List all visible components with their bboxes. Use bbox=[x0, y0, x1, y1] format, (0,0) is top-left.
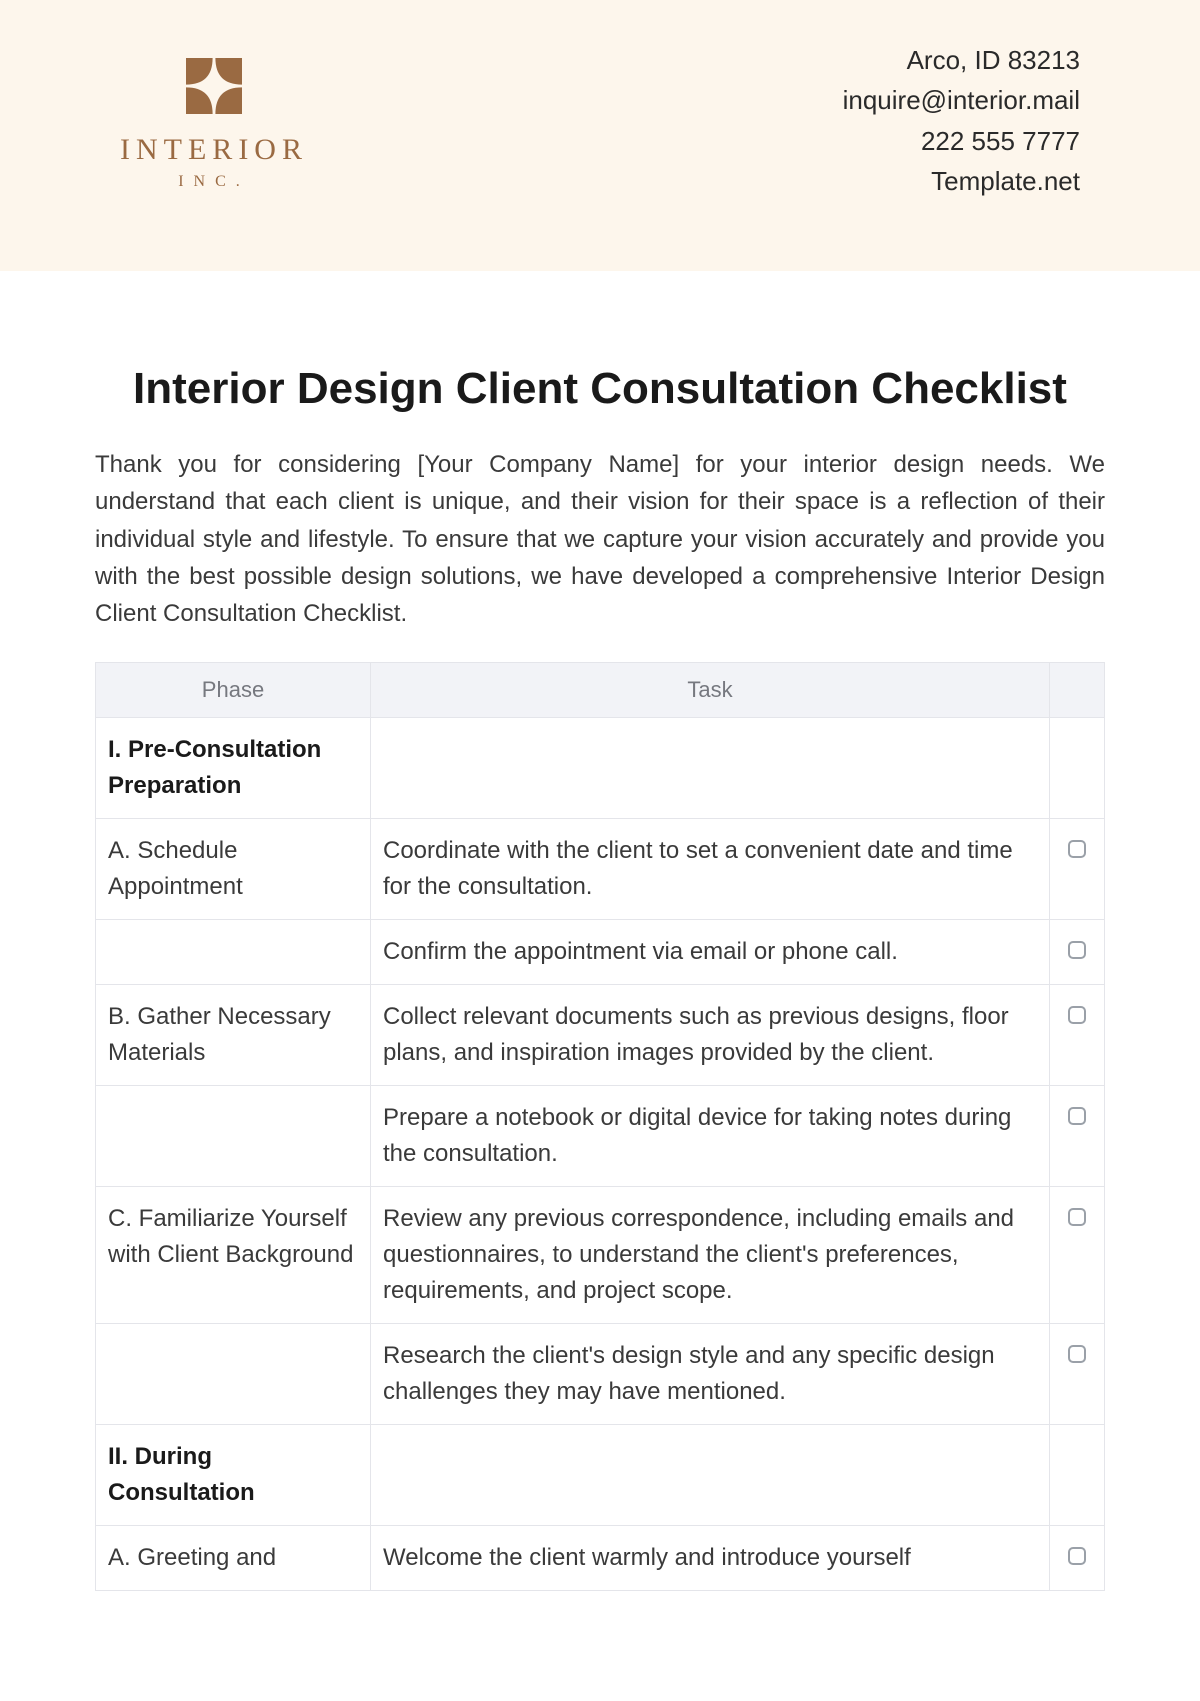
contact-address: Arco, ID 83213 bbox=[843, 40, 1080, 80]
letterhead: INTERIOR INC. Arco, ID 83213 inquire@int… bbox=[0, 0, 1200, 271]
checklist-table: Phase Task I. Pre-Consultation Preparati… bbox=[95, 662, 1105, 1591]
logo-wordmark: INTERIOR bbox=[120, 133, 308, 167]
table-row: Confirm the appointment via email or pho… bbox=[96, 920, 1105, 985]
check-cell bbox=[1050, 718, 1105, 819]
intro-paragraph: Thank you for considering [Your Company … bbox=[95, 446, 1105, 632]
table-row: II. During Consultation bbox=[96, 1425, 1105, 1526]
logo-subtext: INC. bbox=[178, 173, 250, 191]
check-cell bbox=[1050, 819, 1105, 920]
task-cell: Confirm the appointment via email or pho… bbox=[371, 920, 1050, 985]
table-row: I. Pre-Consultation Preparation bbox=[96, 718, 1105, 819]
checkbox[interactable] bbox=[1068, 1208, 1086, 1226]
phase-cell: B. Gather Necessary Materials bbox=[96, 985, 371, 1086]
check-cell bbox=[1050, 1086, 1105, 1187]
logo: INTERIOR INC. bbox=[120, 51, 308, 191]
check-cell bbox=[1050, 1187, 1105, 1324]
table-row: Prepare a notebook or digital device for… bbox=[96, 1086, 1105, 1187]
check-cell bbox=[1050, 985, 1105, 1086]
check-cell bbox=[1050, 1526, 1105, 1591]
task-cell: Welcome the client warmly and introduce … bbox=[371, 1526, 1050, 1591]
checkbox[interactable] bbox=[1068, 1006, 1086, 1024]
col-phase: Phase bbox=[96, 663, 371, 718]
task-cell: Prepare a notebook or digital device for… bbox=[371, 1086, 1050, 1187]
col-check bbox=[1050, 663, 1105, 718]
table-row: A. Greeting andWelcome the client warmly… bbox=[96, 1526, 1105, 1591]
logo-icon bbox=[179, 51, 249, 121]
contact-info: Arco, ID 83213 inquire@interior.mail 222… bbox=[843, 40, 1080, 201]
checkbox[interactable] bbox=[1068, 941, 1086, 959]
task-cell: Coordinate with the client to set a conv… bbox=[371, 819, 1050, 920]
document-body: Interior Design Client Consultation Chec… bbox=[0, 271, 1200, 1591]
phase-cell: I. Pre-Consultation Preparation bbox=[96, 718, 371, 819]
task-cell bbox=[371, 718, 1050, 819]
phase-cell bbox=[96, 1086, 371, 1187]
table-row: Research the client's design style and a… bbox=[96, 1324, 1105, 1425]
phase-cell bbox=[96, 920, 371, 985]
task-cell: Review any previous correspondence, incl… bbox=[371, 1187, 1050, 1324]
check-cell bbox=[1050, 1425, 1105, 1526]
contact-email: inquire@interior.mail bbox=[843, 80, 1080, 120]
checkbox[interactable] bbox=[1068, 1547, 1086, 1565]
table-row: B. Gather Necessary MaterialsCollect rel… bbox=[96, 985, 1105, 1086]
task-cell: Collect relevant documents such as previ… bbox=[371, 985, 1050, 1086]
phase-cell: A. Schedule Appointment bbox=[96, 819, 371, 920]
table-row: A. Schedule AppointmentCoordinate with t… bbox=[96, 819, 1105, 920]
col-task: Task bbox=[371, 663, 1050, 718]
table-row: C. Familiarize Yourself with Client Back… bbox=[96, 1187, 1105, 1324]
contact-site: Template.net bbox=[843, 161, 1080, 201]
checkbox[interactable] bbox=[1068, 1345, 1086, 1363]
phase-cell bbox=[96, 1324, 371, 1425]
page-title: Interior Design Client Consultation Chec… bbox=[95, 361, 1105, 416]
task-cell: Research the client's design style and a… bbox=[371, 1324, 1050, 1425]
task-cell bbox=[371, 1425, 1050, 1526]
contact-phone: 222 555 7777 bbox=[843, 121, 1080, 161]
check-cell bbox=[1050, 920, 1105, 985]
phase-cell: C. Familiarize Yourself with Client Back… bbox=[96, 1187, 371, 1324]
checkbox[interactable] bbox=[1068, 1107, 1086, 1125]
checkbox[interactable] bbox=[1068, 840, 1086, 858]
phase-cell: A. Greeting and bbox=[96, 1526, 371, 1591]
check-cell bbox=[1050, 1324, 1105, 1425]
phase-cell: II. During Consultation bbox=[96, 1425, 371, 1526]
